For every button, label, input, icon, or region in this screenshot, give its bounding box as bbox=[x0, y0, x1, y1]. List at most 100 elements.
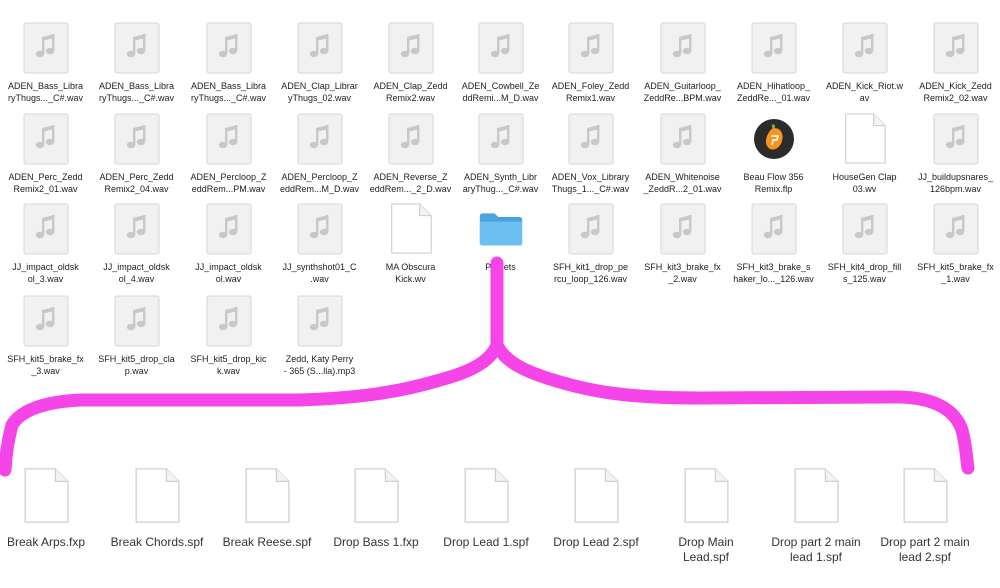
file-name-label: SFH_kit5_drop_cla p.wav bbox=[98, 354, 175, 376]
file-item[interactable]: ADEN_Clap_Zedd Remix2.wav bbox=[365, 22, 456, 104]
audio-file-icon bbox=[297, 203, 343, 255]
preset-file-item[interactable]: Break Arps.fxp bbox=[0, 467, 106, 550]
file-name-label: ADEN_Bass_Libra ryThugs..._C#.wav bbox=[98, 81, 175, 103]
preset-file-item[interactable]: Drop Lead 2.spf bbox=[536, 467, 656, 550]
file-item[interactable]: JJ_synthshot01_C .wav bbox=[274, 203, 365, 285]
file-item[interactable]: ADEN_Guitarloop_ ZeddRe...BPM.wav bbox=[637, 22, 728, 104]
audio-file-icon bbox=[388, 22, 434, 74]
presets-folder[interactable]: Presets bbox=[455, 203, 546, 273]
file-name-label: ADEN_Percloop_Z eddRem...PM.wav bbox=[190, 172, 267, 194]
file-item[interactable]: SFH_kit5_brake_fx _3.wav bbox=[0, 295, 91, 377]
file-name-label: HouseGen Clap 03.wv bbox=[832, 172, 897, 194]
file-item[interactable]: SFH_kit1_drop_pe rcu_loop_126.wav bbox=[545, 203, 636, 285]
audio-file-icon bbox=[206, 113, 252, 165]
blank-document-icon bbox=[682, 467, 730, 525]
audio-file-icon bbox=[206, 203, 252, 255]
file-item[interactable]: ADEN_Kick_Riot.w av bbox=[819, 22, 910, 104]
file-name-label: ADEN_Cowbell_Ze ddRemi...M_D.wav bbox=[461, 81, 540, 103]
audio-file-icon bbox=[23, 113, 69, 165]
file-item[interactable]: ADEN_Kick_Zedd Remix2_02.wav bbox=[910, 22, 1000, 104]
file-name-label: ADEN_Whitenoise _ZeddR...2_01.wav bbox=[643, 172, 722, 194]
preset-file-name-label: Drop Bass 1.fxp bbox=[333, 535, 419, 549]
audio-file-icon bbox=[478, 113, 524, 165]
file-name-label: SFH_kit3_brake_fx _2.wav bbox=[644, 262, 721, 284]
file-name-label: ADEN_Hihatloop_ ZeddRe..._01.wav bbox=[736, 81, 811, 103]
file-name-label: ADEN_Clap_Zedd Remix2.wav bbox=[373, 81, 448, 103]
file-item[interactable]: ADEN_Perc_Zedd Remix2_04.wav bbox=[91, 113, 182, 195]
preset-file-name-label: Drop Lead 2.spf bbox=[553, 535, 639, 549]
file-item[interactable]: SFH_kit5_brake_fx _1.wav bbox=[910, 203, 1000, 285]
file-name-label: JJ_impact_oldsk ol.wav bbox=[195, 262, 262, 284]
file-name-label: ADEN_Synth_Libr aryThug..._C#.wav bbox=[462, 172, 539, 194]
file-name-label: SFH_kit3_brake_s haker_lo..._126.wav bbox=[733, 262, 814, 284]
file-item[interactable]: ADEN_Vox_Library Thugs_1..._C#.wav bbox=[545, 113, 636, 195]
audio-file-icon bbox=[933, 113, 979, 165]
file-item[interactable]: ADEN_Clap_Librar yThugs_02.wav bbox=[274, 22, 365, 104]
file-item[interactable]: ADEN_Bass_Libra ryThugs..._C#.wav bbox=[0, 22, 91, 104]
file-item[interactable]: JJ_buildupsnares_ 126bpm.wav bbox=[910, 113, 1000, 195]
audio-file-icon bbox=[297, 295, 343, 347]
file-item[interactable]: Beau Flow 356 Remix.flp bbox=[728, 113, 819, 195]
preset-file-item[interactable]: Drop part 2 main lead 2.spf bbox=[865, 467, 985, 565]
file-item[interactable]: MA Obscura Kick.wv bbox=[365, 203, 456, 285]
blank-document-icon bbox=[792, 467, 840, 525]
preset-file-name-label: Drop Lead 1.spf bbox=[443, 535, 529, 549]
file-item[interactable]: ADEN_Synth_Libr aryThug..._C#.wav bbox=[455, 113, 546, 195]
file-name-label: ADEN_Bass_Libra ryThugs..._C#.wav bbox=[190, 81, 267, 103]
preset-file-item[interactable]: Break Reese.spf bbox=[207, 467, 327, 550]
file-name-label: SFH_kit5_drop_kic k.wav bbox=[190, 354, 267, 376]
audio-file-icon bbox=[114, 295, 160, 347]
file-item[interactable]: ADEN_Percloop_Z eddRem...PM.wav bbox=[183, 113, 274, 195]
file-item[interactable]: JJ_impact_oldsk ol_4.wav bbox=[91, 203, 182, 285]
file-name-label: ADEN_Perc_Zedd Remix2_01.wav bbox=[8, 172, 83, 194]
file-name-label: Beau Flow 356 Remix.flp bbox=[743, 172, 804, 194]
file-item[interactable]: JJ_impact_oldsk ol_3.wav bbox=[0, 203, 91, 285]
preset-file-item[interactable]: Drop Lead 1.spf bbox=[426, 467, 546, 550]
preset-file-item[interactable]: Drop part 2 main lead 1.spf bbox=[756, 467, 876, 565]
blank-document-icon bbox=[842, 113, 888, 165]
file-item[interactable]: ADEN_Bass_Libra ryThugs..._C#.wav bbox=[91, 22, 182, 104]
audio-file-icon bbox=[751, 22, 797, 74]
file-item[interactable]: ADEN_Cowbell_Ze ddRemi...M_D.wav bbox=[455, 22, 546, 104]
file-item[interactable]: JJ_impact_oldsk ol.wav bbox=[183, 203, 274, 285]
file-name-label: ADEN_Kick_Riot.w av bbox=[825, 81, 904, 103]
file-item[interactable]: ADEN_Reverse_Z eddRem..._2_D.wav bbox=[365, 113, 456, 195]
file-item[interactable]: ADEN_Bass_Libra ryThugs..._C#.wav bbox=[183, 22, 274, 104]
blank-document-icon bbox=[462, 467, 510, 525]
file-item[interactable]: ADEN_Whitenoise _ZeddR...2_01.wav bbox=[637, 113, 728, 195]
file-item[interactable]: SFH_kit3_brake_fx _2.wav bbox=[637, 203, 728, 285]
file-name-label: JJ_buildupsnares_ 126bpm.wav bbox=[917, 172, 994, 194]
file-name-label: MA Obscura Kick.wv bbox=[385, 262, 436, 284]
preset-file-item[interactable]: Drop Main Lead.spf bbox=[646, 467, 766, 565]
preset-file-item[interactable]: Drop Bass 1.fxp bbox=[316, 467, 436, 550]
file-item[interactable]: ADEN_Perc_Zedd Remix2_01.wav bbox=[0, 113, 91, 195]
file-item[interactable]: SFH_kit5_drop_kic k.wav bbox=[183, 295, 274, 377]
folder-icon bbox=[478, 203, 524, 255]
file-item[interactable]: HouseGen Clap 03.wv bbox=[819, 113, 910, 195]
file-name-label: ADEN_Foley_Zedd Remix1.wav bbox=[551, 81, 630, 103]
blank-document-icon bbox=[901, 467, 949, 525]
audio-file-icon bbox=[114, 113, 160, 165]
file-name-label: Presets bbox=[485, 262, 516, 272]
audio-file-icon bbox=[660, 203, 706, 255]
file-item[interactable]: SFH_kit4_drop_fill s_125.wav bbox=[819, 203, 910, 285]
audio-file-icon bbox=[206, 295, 252, 347]
file-item[interactable]: ADEN_Hihatloop_ ZeddRe..._01.wav bbox=[728, 22, 819, 104]
preset-file-name-label: Drop Main Lead.spf bbox=[678, 535, 734, 564]
file-item[interactable]: Zedd, Katy Perry - 365 (S...lla).mp3 bbox=[274, 295, 365, 377]
file-name-label: JJ_impact_oldsk ol_4.wav bbox=[103, 262, 170, 284]
preset-file-name-label: Break Chords.spf bbox=[110, 535, 204, 549]
file-name-label: SFH_kit4_drop_fill s_125.wav bbox=[827, 262, 902, 284]
file-name-label: ADEN_Guitarloop_ ZeddRe...BPM.wav bbox=[643, 81, 722, 103]
audio-file-icon bbox=[297, 22, 343, 74]
preset-file-item[interactable]: Break Chords.spf bbox=[97, 467, 217, 550]
file-item[interactable]: ADEN_Foley_Zedd Remix1.wav bbox=[545, 22, 636, 104]
blank-document-icon bbox=[133, 467, 181, 525]
audio-file-icon bbox=[568, 113, 614, 165]
file-item[interactable]: SFH_kit3_brake_s haker_lo..._126.wav bbox=[728, 203, 819, 285]
file-item[interactable]: ADEN_Percloop_Z eddRem...M_D.wav bbox=[274, 113, 365, 195]
file-name-label: ADEN_Vox_Library Thugs_1..._C#.wav bbox=[551, 172, 630, 194]
file-item[interactable]: SFH_kit5_drop_cla p.wav bbox=[91, 295, 182, 377]
audio-file-icon bbox=[660, 22, 706, 74]
file-name-label: Zedd, Katy Perry - 365 (S...lla).mp3 bbox=[283, 354, 356, 376]
